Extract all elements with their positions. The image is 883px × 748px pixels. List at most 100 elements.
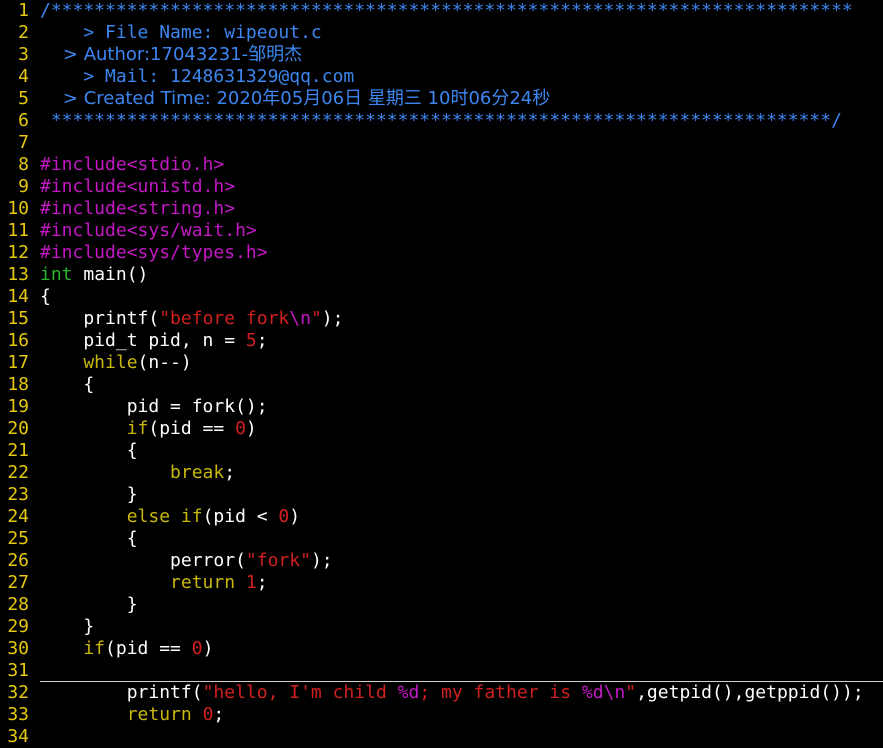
code-token: (pid ==: [148, 418, 236, 439]
code-line[interactable]: 20 if(pid == 0): [0, 418, 883, 440]
code-text: int main(): [40, 264, 148, 286]
code-token: ): [289, 506, 301, 527]
code-line[interactable]: 5 > Created Time: 2020年05月06日 星期三 10时06分…: [0, 88, 883, 110]
code-text: perror("fork");: [40, 550, 333, 572]
code-line[interactable]: 16 pid_t pid, n = 5;: [0, 330, 883, 352]
code-text: }: [40, 484, 138, 506]
code-text: {: [40, 440, 138, 462]
line-number: 29: [7, 616, 29, 637]
code-token: "fork": [245, 550, 311, 571]
code-text: else if(pid < 0): [40, 506, 300, 528]
code-text: #include<sys/wait.h>: [40, 220, 257, 242]
line-number: 33: [7, 704, 29, 725]
line-number: 31: [7, 660, 29, 681]
code-line[interactable]: 17 while(n--): [0, 352, 883, 374]
code-token: #include<sys/types.h>: [40, 242, 268, 263]
line-number: 2: [18, 22, 29, 43]
code-token: /***************************************…: [40, 0, 853, 21]
code-text: ****************************************…: [40, 110, 842, 132]
code-token: \n: [289, 308, 311, 329]
code-line[interactable]: 21 {: [0, 440, 883, 462]
code-text: {: [40, 660, 883, 682]
code-line[interactable]: 18 {: [0, 374, 883, 396]
code-text: > Mail: 1248631329@qq.com: [40, 66, 354, 88]
code-token: );: [310, 550, 333, 571]
code-token: while: [40, 352, 138, 373]
code-token: main(): [72, 264, 149, 285]
code-line[interactable]: 33 return 0;: [0, 704, 883, 726]
code-line[interactable]: 11 #include<sys/wait.h>: [0, 220, 883, 242]
code-token: > Mail: 1248631329@qq.com: [40, 66, 355, 87]
line-number: 19: [7, 396, 29, 417]
code-line[interactable]: 31 {: [0, 660, 883, 682]
code-line[interactable]: 10 #include<string.h>: [0, 198, 883, 220]
code-token: else if: [40, 506, 203, 527]
line-number: 23: [7, 484, 29, 505]
code-token: 0: [278, 506, 290, 527]
code-text: }: [40, 616, 94, 638]
code-token: %d\n: [581, 682, 626, 703]
code-text: > File Name: wipeout.c: [40, 22, 322, 44]
code-token: ,getpid(),getppid());: [636, 682, 864, 703]
code-token: 0: [202, 704, 214, 725]
code-token: return: [40, 704, 192, 725]
line-number: 15: [7, 308, 29, 329]
line-number: 13: [7, 264, 29, 285]
code-token: {: [40, 440, 138, 461]
code-line[interactable]: 30 if(pid == 0): [0, 638, 883, 660]
code-token: 1: [245, 572, 257, 593]
line-number: 14: [7, 286, 29, 307]
code-token: ): [202, 638, 214, 659]
code-token: {: [40, 528, 138, 549]
code-line[interactable]: 25 {: [0, 528, 883, 550]
code-line[interactable]: 4 > Mail: 1248631329@qq.com: [0, 66, 883, 88]
code-token: > File Name: wipeout.c: [40, 22, 322, 43]
code-line[interactable]: 14 {: [0, 286, 883, 308]
code-line[interactable]: 24 else if(pid < 0): [0, 506, 883, 528]
code-text: {: [40, 528, 138, 550]
code-text: pid_t pid, n = 5;: [40, 330, 268, 352]
code-token: }: [40, 616, 95, 637]
code-line[interactable]: 23 }: [0, 484, 883, 506]
code-line[interactable]: 7: [0, 132, 883, 154]
code-editor[interactable]: 1 /**************************************…: [0, 0, 883, 747]
line-number: 32: [7, 682, 29, 703]
code-token: pid_t pid, n =: [40, 330, 246, 351]
code-line[interactable]: 12 #include<sys/types.h>: [0, 242, 883, 264]
code-token: %d: [397, 682, 420, 703]
line-number: 9: [18, 176, 29, 197]
code-token: ****************************************…: [40, 110, 842, 131]
code-token: printf(: [40, 682, 203, 703]
line-number: 10: [7, 198, 29, 219]
code-token: (pid <: [202, 506, 279, 527]
code-line[interactable]: 3 > Author:17043231-邹明杰: [0, 44, 883, 66]
code-line[interactable]: 2 > File Name: wipeout.c: [0, 22, 883, 44]
code-text: if(pid == 0): [40, 638, 213, 660]
code-line[interactable]: 22 break;: [0, 462, 883, 484]
code-line[interactable]: 6 **************************************…: [0, 110, 883, 132]
code-token: ): [245, 418, 257, 439]
code-line[interactable]: 29 }: [0, 616, 883, 638]
code-text: printf("before fork\n");: [40, 308, 343, 330]
code-text: break;: [40, 462, 235, 484]
code-token: "before fork: [159, 308, 290, 329]
line-number: 17: [7, 352, 29, 373]
code-line[interactable]: 32 printf("hello, I'm child %d; my fathe…: [0, 682, 883, 704]
code-token: 0: [235, 418, 246, 439]
code-line[interactable]: 13 int main(): [0, 264, 883, 286]
line-number: 3: [18, 44, 29, 65]
code-line[interactable]: 1 /**************************************…: [0, 0, 883, 22]
code-text: #include<unistd.h>: [40, 176, 235, 198]
code-line[interactable]: 26 perror("fork");: [0, 550, 883, 572]
code-line[interactable]: 27 return 1;: [0, 572, 883, 594]
code-line[interactable]: 15 printf("before fork\n");: [0, 308, 883, 330]
code-text: /***************************************…: [40, 0, 853, 22]
code-line[interactable]: 19 pid = fork();: [0, 396, 883, 418]
code-token: ;: [256, 330, 268, 351]
code-line[interactable]: 28 }: [0, 594, 883, 616]
code-line[interactable]: 8 #include<stdio.h>: [0, 154, 883, 176]
code-line[interactable]: 9 #include<unistd.h>: [0, 176, 883, 198]
